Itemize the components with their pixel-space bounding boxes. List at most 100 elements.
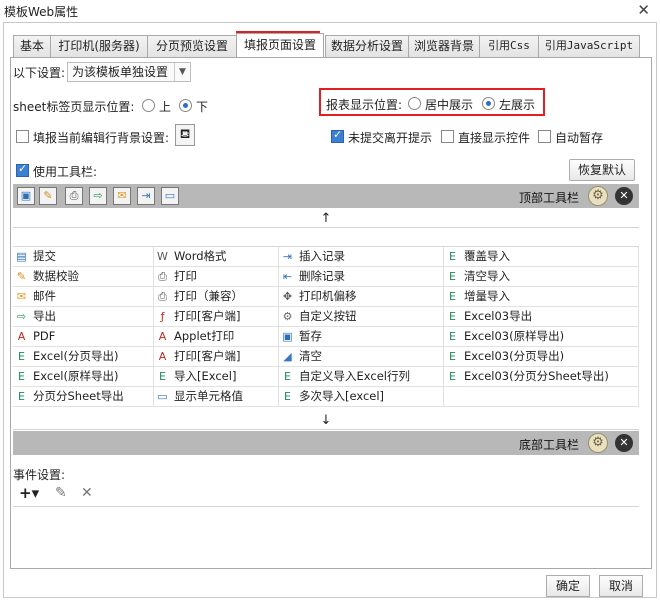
toolbar-button-option[interactable]: ⇥ 插入记录 xyxy=(279,247,444,267)
toolbar-button-option[interactable]: ◢ 清空 xyxy=(279,347,444,367)
down-arrow[interactable]: ↓ xyxy=(13,412,639,430)
report-center-radio[interactable] xyxy=(408,97,421,110)
toolbar-button-label: Excel(分页导出) xyxy=(33,349,119,363)
toolbar-button-option[interactable]: E 多次导入[excel] xyxy=(279,387,444,407)
toolbar-button-option[interactable]: E Excel(原样导出) xyxy=(13,367,154,387)
toolbar-button-option[interactable]: E 覆盖导入 xyxy=(444,247,639,267)
toolbar-button-option[interactable]: ✎ 数据校验 xyxy=(13,267,154,287)
toolbar-button-option[interactable]: ▭ 显示单元格值 xyxy=(154,387,279,407)
toolbar-button-option[interactable]: ⇤ 删除记录 xyxy=(279,267,444,287)
toolbar-button-label: 打印 xyxy=(174,269,197,283)
bottom-toolbar-band: 底部工具栏 ⚙ ✕ xyxy=(13,431,639,455)
close-icon[interactable]: ✕ xyxy=(615,187,633,205)
toolbar-button-option[interactable]: ⎙ 打印（兼容） xyxy=(154,287,279,307)
top-toolbar-label: 顶部工具栏 xyxy=(519,191,580,205)
tab-data-analysis[interactable]: 数据分析设置 xyxy=(325,35,409,57)
excel-icon: E xyxy=(449,310,456,323)
toolbar-button-option[interactable]: E Excel03导出 xyxy=(444,307,639,327)
top-toolbar-band: ▣ ✎ ⎙ ⇨ ✉ ⇥ ▭ 顶部工具栏 ⚙ ✕ xyxy=(13,184,639,208)
up-arrow[interactable]: ↑ xyxy=(13,210,639,228)
toolbar-button-option[interactable]: ⎙ 打印 xyxy=(154,267,279,287)
delete-record-icon: ⇤ xyxy=(282,270,293,283)
auto-save-checkbox[interactable] xyxy=(538,130,551,143)
toolbar-button-option[interactable]: E 分页分Sheet导出 xyxy=(13,387,154,407)
toolbar-button-option[interactable]: ⚙ 自定义按钮 xyxy=(279,307,444,327)
use-toolbar-checkbox[interactable] xyxy=(16,162,29,177)
tab-browser-bg[interactable]: 浏览器背景 xyxy=(408,35,480,57)
window-title: 模板Web属性 xyxy=(4,5,79,19)
mail-icon[interactable]: ✉ xyxy=(113,187,131,205)
toolbar-button-label: 删除记录 xyxy=(299,269,345,283)
save-icon: ▣ xyxy=(282,330,293,343)
scope-select-value: 为该模板单独设置 xyxy=(72,65,169,79)
toolbar-button-option[interactable]: ✥ 打印机偏移 xyxy=(279,287,444,307)
toolbar-button-option[interactable]: ▣ 暂存 xyxy=(279,327,444,347)
toolbar-button-option[interactable]: ✉ 邮件 xyxy=(13,287,154,307)
toolbar-button-label: 插入记录 xyxy=(299,249,345,263)
toolbar-button-label: 打印[客户端] xyxy=(174,309,241,323)
event-list[interactable] xyxy=(13,506,639,566)
export-icon[interactable]: ⇨ xyxy=(89,187,107,205)
pencil-icon[interactable]: ✎ xyxy=(39,187,57,205)
toolbar-button-option[interactable]: A PDF xyxy=(13,327,154,347)
report-left-radio[interactable] xyxy=(482,97,495,110)
gear-icon[interactable]: ⚙ xyxy=(588,186,608,206)
printer-icon[interactable]: ⎙ xyxy=(65,187,83,205)
excel-icon: E xyxy=(449,350,456,363)
toolbar-button-label: Excel03(原样导出) xyxy=(464,329,565,343)
toolbar-button-label: 导出 xyxy=(33,309,56,323)
toolbar-button-option[interactable]: E 清空导入 xyxy=(444,267,639,287)
restore-default-button[interactable]: 恢复默认 xyxy=(569,159,635,181)
sheet-pos-label: sheet标签页显示位置: xyxy=(13,100,135,114)
unsubmitted-leave-checkbox[interactable] xyxy=(331,128,344,143)
cancel-button[interactable]: 取消 xyxy=(599,575,643,597)
save-icon[interactable]: ▣ xyxy=(17,187,35,205)
tab-page-preview[interactable]: 分页预览设置 xyxy=(147,35,237,57)
excel-icon: E xyxy=(449,270,456,283)
sheet-bottom-radio[interactable] xyxy=(179,99,192,112)
printer-icon: ⎙ xyxy=(158,270,167,283)
toolbar-button-option[interactable]: E Excel03(原样导出) xyxy=(444,327,639,347)
use-toolbar-label: 使用工具栏: xyxy=(33,165,98,179)
tab-basic[interactable]: 基本 xyxy=(13,35,51,57)
toolbar-button-option[interactable]: E 自定义导入Excel行列 xyxy=(279,367,444,387)
excel-icon: E xyxy=(18,370,25,383)
toolbar-button-option[interactable]: ▤ 提交 xyxy=(13,247,154,267)
eraser-icon: ◢ xyxy=(283,350,292,363)
ok-button[interactable]: 确定 xyxy=(546,575,590,597)
pencil-icon: ✎ xyxy=(16,270,27,283)
excel-icon: E xyxy=(449,290,456,303)
toolbar-button-label: 导入[Excel] xyxy=(174,369,237,383)
toolbar-button-option[interactable]: E Excel03(分页分Sheet导出) xyxy=(444,367,639,387)
close-icon[interactable]: ✕ xyxy=(615,434,633,452)
toolbar-button-option[interactable]: W Word格式 xyxy=(154,247,279,267)
mail-icon: ✉ xyxy=(16,290,27,303)
toolbar-button-option[interactable]: A Applet打印 xyxy=(154,327,279,347)
delete-icon[interactable]: ✕ xyxy=(81,485,93,501)
paint-bucket-icon[interactable]: ⛾ xyxy=(175,124,195,146)
add-event-button[interactable]: +▾ xyxy=(19,484,39,502)
excel-icon: E xyxy=(449,370,456,383)
tab-css[interactable]: 引用Css xyxy=(479,35,539,57)
toolbar-button-option[interactable]: E Excel03(分页导出) xyxy=(444,347,639,367)
toolbar-button-label: 邮件 xyxy=(33,289,56,303)
tab-fill-page[interactable]: 填报页面设置 xyxy=(236,33,324,57)
toolbar-button-option[interactable]: ƒ 打印[客户端] xyxy=(154,307,279,327)
cell-icon[interactable]: ▭ xyxy=(161,187,179,205)
tab-printer-server[interactable]: 打印机(服务器) xyxy=(50,35,148,57)
toolbar-button-option[interactable]: ⇨ 导出 xyxy=(13,307,154,327)
gear-icon[interactable]: ⚙ xyxy=(588,433,608,453)
fill-bg-checkbox[interactable] xyxy=(16,130,29,143)
insert-record-icon[interactable]: ⇥ xyxy=(137,187,155,205)
edit-icon[interactable]: ✎ xyxy=(55,485,67,501)
close-icon[interactable]: ✕ xyxy=(637,1,650,19)
toolbar-button-option[interactable]: E Excel(分页导出) xyxy=(13,347,154,367)
toolbar-button-label: 提交 xyxy=(33,249,56,263)
toolbar-button-option[interactable]: A 打印[客户端] xyxy=(154,347,279,367)
toolbar-button-option[interactable]: E 导入[Excel] xyxy=(154,367,279,387)
toolbar-button-option[interactable]: E 增量导入 xyxy=(444,287,639,307)
sheet-top-radio[interactable] xyxy=(142,99,155,112)
tab-javascript[interactable]: 引用JavaScript xyxy=(538,35,640,57)
show-widget-checkbox[interactable] xyxy=(441,130,454,143)
scope-select[interactable]: 为该模板单独设置 ▼ xyxy=(67,62,191,82)
